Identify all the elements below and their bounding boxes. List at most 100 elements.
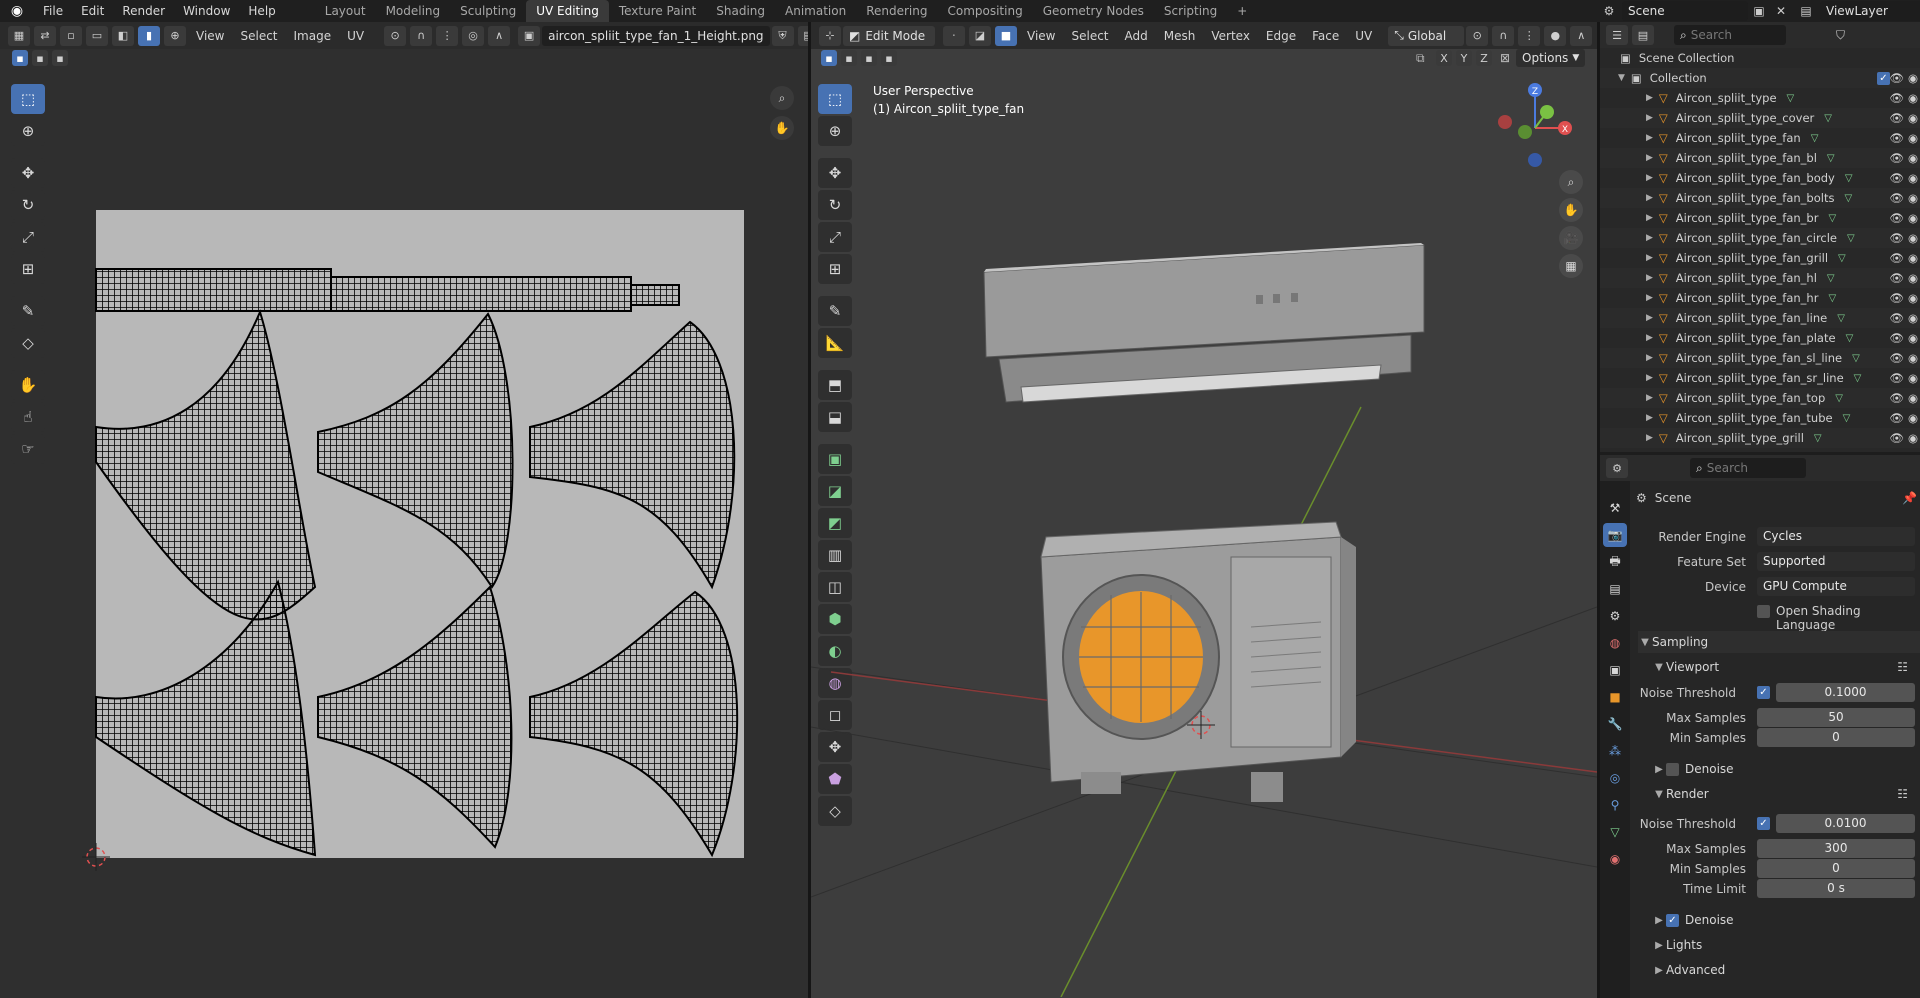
mesh-data-icon[interactable]: ▽ xyxy=(1814,433,1822,444)
render-camera-icon[interactable]: ◉ xyxy=(1908,251,1918,265)
mesh-data-icon[interactable]: ▽ xyxy=(1837,313,1845,324)
mesh-data-icon[interactable]: ▽ xyxy=(1846,333,1854,344)
select-mode-extend-icon[interactable]: ▪ xyxy=(32,50,48,66)
mirror-y-toggle[interactable]: Y xyxy=(1456,50,1472,66)
collection-tab-icon[interactable]: ▣ xyxy=(1603,658,1627,682)
render-camera-icon[interactable]: ◉ xyxy=(1908,211,1918,225)
mirror-icon[interactable]: ⧉ xyxy=(1416,51,1434,66)
mesh-data-icon[interactable]: ▽ xyxy=(1824,113,1832,124)
tool-tab-icon[interactable]: ⚒ xyxy=(1603,496,1627,520)
select-mode-new-icon[interactable]: ▪ xyxy=(12,50,28,66)
render-camera-icon[interactable]: ◉ xyxy=(1908,151,1918,165)
sync-selection-icon[interactable]: ⇄ xyxy=(34,25,56,46)
vp-select-extend-icon[interactable]: ▪ xyxy=(841,50,857,66)
render-camera-icon[interactable]: ◉ xyxy=(1908,411,1918,425)
vp-snap-icon[interactable]: ∩ xyxy=(1492,25,1515,46)
render-engine-select[interactable]: Cycles xyxy=(1757,527,1915,546)
pin-icon[interactable]: 📌 xyxy=(1902,491,1917,505)
visibility-eye-icon[interactable]: 👁 xyxy=(1889,211,1904,225)
viewport-scene[interactable] xyxy=(811,67,1597,997)
mesh-data-icon[interactable]: ▽ xyxy=(1847,233,1855,244)
render-camera-icon[interactable]: ◉ xyxy=(1908,431,1918,445)
viewport-editor-type-button[interactable]: ⊹ xyxy=(819,25,841,46)
chevron-right-icon[interactable]: ▶ xyxy=(1646,93,1653,103)
outliner-object-row[interactable]: ▶ ▽ Aircon_spliit_type ▽ 👁 ◉ xyxy=(1600,88,1920,108)
pivot-point-icon[interactable]: ⊙ xyxy=(1466,25,1489,46)
tab-rendering[interactable]: Rendering xyxy=(856,0,937,22)
render-camera-icon[interactable]: ◉ xyxy=(1908,391,1918,405)
sticky-selection-icon[interactable]: ⊕ xyxy=(164,25,186,46)
vp-menu-face[interactable]: Face xyxy=(1304,29,1347,43)
outliner-object-row[interactable]: ▶ ▽ Aircon_spliit_type_fan_circle ▽ 👁 ◉ xyxy=(1600,228,1920,248)
uv-menu-select[interactable]: Select xyxy=(232,29,285,43)
render-camera-icon[interactable]: ◉ xyxy=(1908,191,1918,205)
visibility-eye-icon[interactable]: 👁 xyxy=(1889,311,1904,325)
mesh-data-icon[interactable]: ▽ xyxy=(1811,133,1819,144)
visibility-eye-icon[interactable]: 👁 xyxy=(1889,131,1904,145)
mesh-data-icon[interactable]: ▽ xyxy=(1828,293,1836,304)
vp-falloff-icon[interactable]: ∧ xyxy=(1570,25,1593,46)
menu-window[interactable]: Window xyxy=(174,4,239,18)
island-select-icon[interactable]: ▮ xyxy=(138,25,160,46)
outliner-object-row[interactable]: ▶ ▽ Aircon_spliit_type_fan ▽ 👁 ◉ xyxy=(1600,128,1920,148)
chevron-right-icon[interactable]: ▶ xyxy=(1646,253,1653,263)
mesh-data-icon[interactable]: ▽ xyxy=(1828,213,1836,224)
menu-render[interactable]: Render xyxy=(113,4,174,18)
menu-file[interactable]: File xyxy=(34,4,72,18)
outliner-object-row[interactable]: ▶ ▽ Aircon_spliit_type_fan_tube ▽ 👁 ◉ xyxy=(1600,408,1920,428)
chevron-down-icon[interactable]: ▼ xyxy=(1618,73,1625,83)
outliner-object-row[interactable]: ▶ ▽ Aircon_spliit_type_fan_top ▽ 👁 ◉ xyxy=(1600,388,1920,408)
mesh-data-icon[interactable]: ▽ xyxy=(1838,253,1846,264)
vp-menu-view[interactable]: View xyxy=(1019,29,1063,43)
visibility-eye-icon[interactable]: 👁 xyxy=(1889,391,1904,405)
blender-logo-icon[interactable]: ◉ xyxy=(0,3,34,19)
render-camera-icon[interactable]: ◉ xyxy=(1908,271,1918,285)
collection-row[interactable]: ▼ ▣ Collection ✓ 👁 ◉ xyxy=(1600,68,1920,88)
render-camera-icon[interactable]: ◉ xyxy=(1908,351,1918,365)
mesh-data-icon[interactable]: ▽ xyxy=(1843,413,1851,424)
menu-help[interactable]: Help xyxy=(239,4,284,18)
vp-menu-select[interactable]: Select xyxy=(1063,29,1116,43)
visibility-eye-icon[interactable]: 👁 xyxy=(1889,91,1904,105)
tab-uv-editing[interactable]: UV Editing xyxy=(526,0,609,22)
chevron-right-icon[interactable]: ▶ xyxy=(1646,233,1653,243)
render-camera-icon[interactable]: ◉ xyxy=(1908,111,1918,125)
vp-menu-add[interactable]: Add xyxy=(1117,29,1156,43)
editor-type-button[interactable]: ▦ xyxy=(8,25,30,46)
face-select-icon[interactable]: ◧ xyxy=(112,25,134,46)
chevron-right-icon[interactable]: ▶ xyxy=(1646,313,1653,323)
falloff-icon[interactable]: ∧ xyxy=(488,25,511,46)
view-layer-selector[interactable]: ViewLayer xyxy=(1820,1,1920,21)
chevron-right-icon[interactable]: ▶ xyxy=(1646,373,1653,383)
r-min-samples-field[interactable]: 0 xyxy=(1757,859,1915,878)
chevron-right-icon[interactable]: ▶ xyxy=(1646,193,1653,203)
outliner-object-row[interactable]: ▶ ▽ Aircon_spliit_type_fan_bolts ▽ 👁 ◉ xyxy=(1600,188,1920,208)
tab-geometry-nodes[interactable]: Geometry Nodes xyxy=(1033,0,1154,22)
outliner-object-row[interactable]: ▶ ▽ Aircon_spliit_type_fan_sr_line ▽ 👁 ◉ xyxy=(1600,368,1920,388)
pivot-icon[interactable]: ⊙ xyxy=(384,25,407,46)
chevron-right-icon[interactable]: ▶ xyxy=(1646,293,1653,303)
edge-select-icon[interactable]: ▭ xyxy=(86,25,108,46)
outliner-object-row[interactable]: ▶ ▽ Aircon_spliit_type_fan_hr ▽ 👁 ◉ xyxy=(1600,288,1920,308)
outliner-object-row[interactable]: ▶ ▽ Aircon_spliit_type_fan_plate ▽ 👁 ◉ xyxy=(1600,328,1920,348)
advanced-subpanel-header[interactable]: ▶ Advanced xyxy=(1638,959,1920,981)
delete-scene-icon[interactable]: ✕ xyxy=(1770,4,1792,18)
osl-checkbox[interactable] xyxy=(1757,605,1770,618)
new-scene-icon[interactable]: ▣ xyxy=(1748,4,1770,18)
mirror-x-toggle[interactable]: X xyxy=(1436,50,1452,66)
outliner-object-row[interactable]: ▶ ▽ Aircon_spliit_type_fan_bl ▽ 👁 ◉ xyxy=(1600,148,1920,168)
render-camera-icon[interactable]: ◉ xyxy=(1908,171,1918,185)
properties-search[interactable]: ⌕ Search xyxy=(1690,458,1806,478)
sampling-panel-header[interactable]: ▼ Sampling xyxy=(1638,631,1920,653)
chevron-right-icon[interactable]: ▶ xyxy=(1646,113,1653,123)
vp-proportional-icon[interactable]: ● xyxy=(1544,25,1567,46)
visibility-eye-icon[interactable]: 👁 xyxy=(1889,111,1904,125)
options-dropdown[interactable]: Options ▼ xyxy=(1516,49,1586,67)
uv-menu-view[interactable]: View xyxy=(188,29,232,43)
vp-snap-target-icon[interactable]: ⋮ xyxy=(1518,25,1541,46)
edge-mode-icon[interactable]: ◪ xyxy=(969,25,991,46)
vp-menu-edge[interactable]: Edge xyxy=(1258,29,1304,43)
outliner-object-row[interactable]: ▶ ▽ Aircon_spliit_type_fan_br ▽ 👁 ◉ xyxy=(1600,208,1920,228)
chevron-right-icon[interactable]: ▶ xyxy=(1646,353,1653,363)
visibility-eye-icon[interactable]: 👁 xyxy=(1889,351,1904,365)
